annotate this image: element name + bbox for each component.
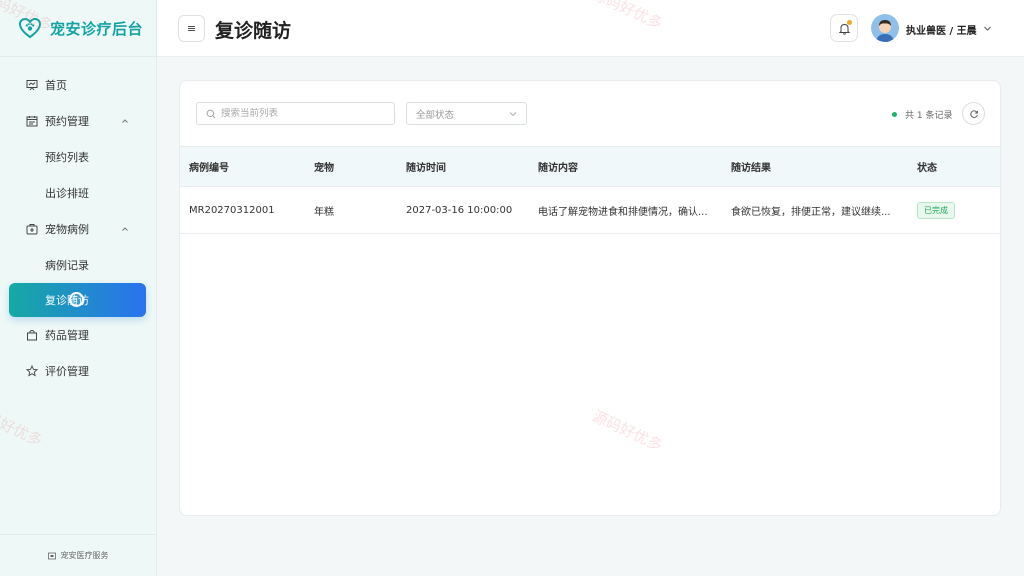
info-box-icon (47, 552, 56, 559)
refresh-icon (969, 109, 978, 118)
column-header[interactable]: 病例编号 (189, 147, 229, 186)
chevron-down-icon[interactable] (983, 24, 992, 33)
status-dot (892, 112, 897, 117)
status-badge: 已完成 (917, 201, 955, 219)
chevron-down-icon (509, 112, 517, 117)
followup-content-cell: 电话了解宠物进食和排便情况，确认... (538, 206, 708, 218)
status-cell: 已完成 (917, 187, 955, 233)
star-icon (26, 365, 38, 377)
column-header[interactable]: 随访结果 (731, 147, 771, 186)
menu-toggle-button[interactable]: ≡ (178, 15, 205, 42)
followup-table: 病例编号 宠物 随访时间 随访内容 随访结果 状态 MR20270312001 … (180, 146, 1000, 234)
followup-result-cell: 食欲已恢复，排便正常，建议继续... (731, 206, 891, 218)
sidebar-item-label: 首页 (45, 79, 67, 92)
search-icon (206, 109, 216, 118)
top-header: ≡ 复诊随访 执业兽医 / 王晨 (157, 0, 1024, 57)
medical-case-icon (26, 224, 38, 235)
sidebar-item-label: 病例记录 (45, 259, 89, 272)
pet-name-cell: 年糕 (314, 206, 334, 218)
sidebar-item-schedule[interactable]: 出诊排班 (0, 175, 156, 211)
followup-time-cell: 2027-03-16 10:00:00 (406, 204, 513, 216)
sidebar-item-label: 预约管理 (45, 115, 89, 128)
chevron-up-icon[interactable] (120, 224, 130, 234)
sidebar-footer: 宠安医疗服务 (0, 534, 156, 576)
sidebar-item-appointment-list[interactable]: 预约列表 (0, 139, 156, 175)
column-header[interactable]: 随访时间 (406, 147, 446, 186)
search-input-wrapper[interactable] (196, 102, 395, 125)
heart-paw-logo-icon (18, 17, 42, 39)
avatar[interactable] (871, 14, 899, 42)
status-select[interactable]: 全部状态 (406, 102, 527, 125)
column-header[interactable]: 宠物 (314, 147, 334, 186)
sidebar-item-label: 预约列表 (45, 151, 89, 164)
sidebar-item-followup[interactable]: 复诊随访 (9, 283, 146, 317)
sidebar: 宠安诊疗后台 首页 预约管理 预约列表 出诊排班 宠物病例 病例记录 复诊随访 (0, 0, 157, 576)
page-title: 复诊随访 (215, 20, 292, 42)
column-header[interactable]: 状态 (917, 147, 937, 186)
table-row[interactable]: MR20270312001 年糕 2027-03-16 10:00:00 电话了… (180, 187, 1000, 234)
sidebar-item-appointments[interactable]: 预约管理 (0, 103, 156, 139)
sidebar-item-label: 评价管理 (45, 365, 89, 378)
sidebar-item-reviews[interactable]: 评价管理 (0, 353, 156, 389)
column-header[interactable]: 随访内容 (538, 147, 578, 186)
table-header: 病例编号 宠物 随访时间 随访内容 随访结果 状态 (180, 146, 1000, 187)
search-input[interactable] (221, 108, 381, 119)
cursor-indicator (69, 292, 84, 307)
record-count-text: 共 1 条记录 (905, 111, 953, 121)
sidebar-item-label: 宠物病例 (45, 223, 89, 236)
sidebar-item-medicine[interactable]: 药品管理 (0, 317, 156, 353)
footer-text: 宠安医疗服务 (60, 551, 109, 560)
sidebar-item-pet-cases[interactable]: 宠物病例 (0, 211, 156, 247)
sidebar-item-home[interactable]: 首页 (0, 67, 156, 103)
user-name[interactable]: 执业兽医 / 王晨 (906, 22, 977, 37)
notification-dot (847, 20, 852, 25)
notification-button[interactable] (830, 14, 858, 42)
dashboard-icon (26, 80, 38, 91)
sidebar-item-label: 出诊排班 (45, 187, 89, 200)
record-count: 共 1 条记录 (892, 108, 952, 121)
brand[interactable]: 宠安诊疗后台 (0, 0, 156, 57)
followup-card: 全部状态 共 1 条记录 病例编号 宠物 随访时间 随访内容 随访结果 状态 M… (179, 80, 1001, 516)
chevron-up-icon[interactable] (120, 116, 130, 126)
refresh-button[interactable] (962, 102, 985, 125)
brand-name: 宠安诊疗后台 (50, 19, 144, 38)
bag-icon (27, 330, 37, 341)
status-select-value: 全部状态 (416, 109, 455, 121)
case-number-cell: MR20270312001 (189, 204, 275, 216)
sidebar-item-label: 药品管理 (45, 329, 89, 342)
sidebar-menu: 首页 预约管理 预约列表 出诊排班 宠物病例 病例记录 复诊随访 药品管理 评价… (0, 57, 156, 389)
user-avatar-icon (871, 14, 899, 42)
calendar-icon (26, 116, 38, 127)
sidebar-item-case-records[interactable]: 病例记录 (0, 247, 156, 283)
